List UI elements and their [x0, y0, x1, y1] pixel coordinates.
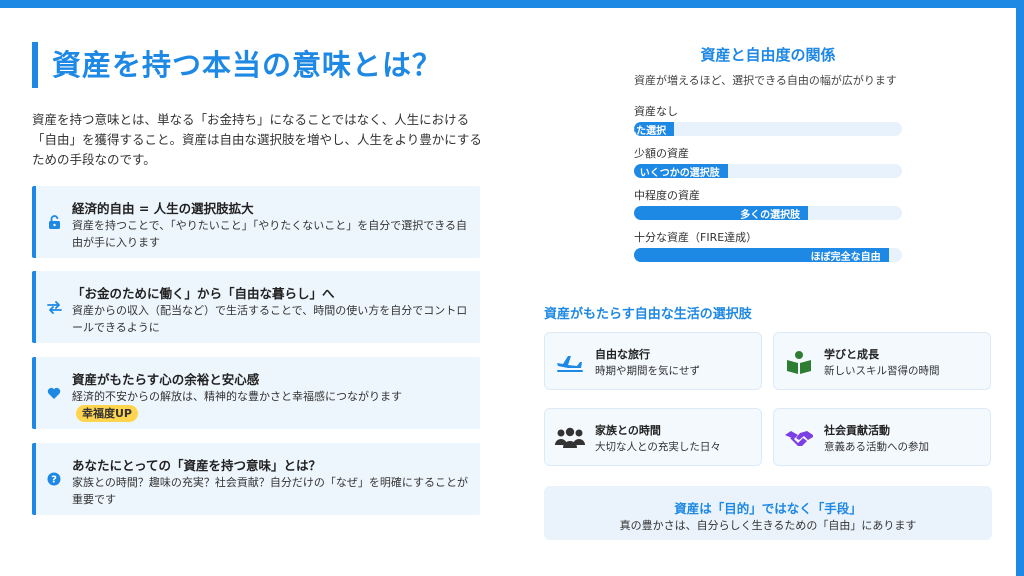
bar-fill: 限られた選択 — [634, 122, 675, 137]
intro-paragraph: 資産を持つ意味とは、単なる「お金持ち」になることではなく、人生における「自由」を… — [32, 112, 482, 167]
key-point-desc: 真の豊かさは、自分らしく生きるための「自由」にあります — [619, 519, 917, 532]
bar-category-label: 中程度の資産 — [634, 189, 700, 202]
card-desc: 資産からの収入（配当など）で生活することで、時間の使い方を自分でコントロールでき… — [72, 304, 468, 334]
bar-track: 限られた選択 — [634, 122, 902, 136]
card-desc-text: 経済的不安からの解放は、精神的な豊かさと幸福感につながります — [72, 390, 402, 403]
exchange-arrows-icon — [46, 299, 62, 315]
option-title: 自由な旅行 — [595, 348, 650, 361]
bar-category-label: 資産なし — [634, 105, 678, 118]
bar-fill: ほぼ完全な自由 — [634, 248, 889, 262]
airplane-icon — [555, 347, 585, 377]
top-accent-bar — [0, 0, 1024, 8]
bar-value-label: いくつかの選択肢 — [639, 167, 720, 179]
option-learning: 学びと成長 新しいスキル習得の時間 — [773, 332, 991, 390]
bar-fill: 多くの選択肢 — [634, 206, 809, 221]
book-icon — [784, 347, 814, 377]
bar-track: 多くの選択肢 — [634, 206, 902, 220]
right-accent-bar — [1016, 0, 1024, 576]
option-title: 家族との時間 — [595, 424, 661, 437]
option-social: 社会貢献活動 意義ある活動への参加 — [773, 408, 991, 466]
option-title: 学びと成長 — [824, 348, 879, 361]
question-circle-icon: ? — [46, 471, 62, 487]
card-title: あなたにとっての「資産を持つ意味」とは？ — [72, 458, 322, 473]
bar-value-label: ほぼ完全な自由 — [810, 251, 881, 263]
option-family: 家族との時間 大切な人との充実した日々 — [544, 408, 762, 466]
bar-fill: いくつかの選択肢 — [634, 164, 728, 178]
happiness-badge: 幸福度UP — [76, 405, 138, 422]
people-icon — [555, 423, 585, 453]
card-title: 「お金のために働く」から「自由な暮らし」へ — [72, 286, 335, 301]
card-free-living: 「お金のために働く」から「自由な暮らし」へ 資産からの収入（配当など）で生活する… — [32, 271, 480, 343]
card-economic-freedom: 経済的自由 = 人生の選択肢拡大 資産を持つことで、「やりたいこと」「やりたくな… — [32, 186, 480, 258]
option-desc: 意義ある活動への参加 — [824, 441, 929, 453]
title-block: 資産を持つ本当の意味とは？ — [32, 42, 442, 88]
card-your-meaning: ? あなたにとっての「資産を持つ意味」とは？ 家族との時間？趣味の充実？社会貢献… — [32, 443, 480, 515]
handshake-icon — [784, 423, 814, 453]
bar-value-label: 限られた選択 — [634, 125, 667, 137]
card-desc: 資産を持つことで、「やりたいこと」「やりたくないこと」を自分で選択できる自由が手… — [72, 219, 468, 249]
option-title: 社会貢献活動 — [824, 424, 890, 437]
heart-icon — [46, 385, 62, 401]
option-desc: 新しいスキル習得の時間 — [824, 365, 940, 377]
chart-subtitle: 資産が増えるほど、選択できる自由の幅が広がります — [634, 74, 897, 87]
card-title: 資産がもたらす心の余裕と安心感 — [72, 372, 260, 387]
options-title: 資産がもたらす自由な生活の選択肢 — [544, 307, 752, 322]
card-desc: 経済的不安からの解放は、精神的な豊かさと幸福感につながります幸福度UP — [72, 388, 466, 422]
bar-category-label: 十分な資産（FIRE達成） — [634, 231, 758, 244]
option-desc: 大切な人との充実した日々 — [595, 441, 721, 453]
card-peace-of-mind: 資産がもたらす心の余裕と安心感 経済的不安からの解放は、精神的な豊かさと幸福感に… — [32, 357, 480, 429]
card-desc: 家族との時間？趣味の充実？社会貢献？自分だけの「なぜ」を明確にすることが重要です — [72, 476, 468, 506]
chart-title: 資産と自由度の関係 — [700, 46, 836, 64]
svg-text:?: ? — [51, 475, 57, 486]
page-title: 資産を持つ本当の意味とは？ — [52, 48, 443, 82]
unlock-icon — [46, 214, 62, 230]
bar-category-label: 少額の資産 — [634, 147, 689, 160]
bar-track: いくつかの選択肢 — [634, 164, 902, 178]
bar-track: ほぼ完全な自由 — [634, 248, 902, 262]
option-travel: 自由な旅行 時期や期間を気にせず — [544, 332, 762, 390]
bar-value-label: 多くの選択肢 — [740, 209, 801, 221]
option-desc: 時期や期間を気にせず — [595, 365, 700, 377]
card-title: 経済的自由 = 人生の選択肢拡大 — [72, 201, 254, 216]
key-point-title: 資産は「目的」ではなく「手段」 — [674, 501, 862, 516]
key-point-box: 資産は「目的」ではなく「手段」 真の豊かさは、自分らしく生きるための「自由」にあ… — [544, 486, 992, 540]
